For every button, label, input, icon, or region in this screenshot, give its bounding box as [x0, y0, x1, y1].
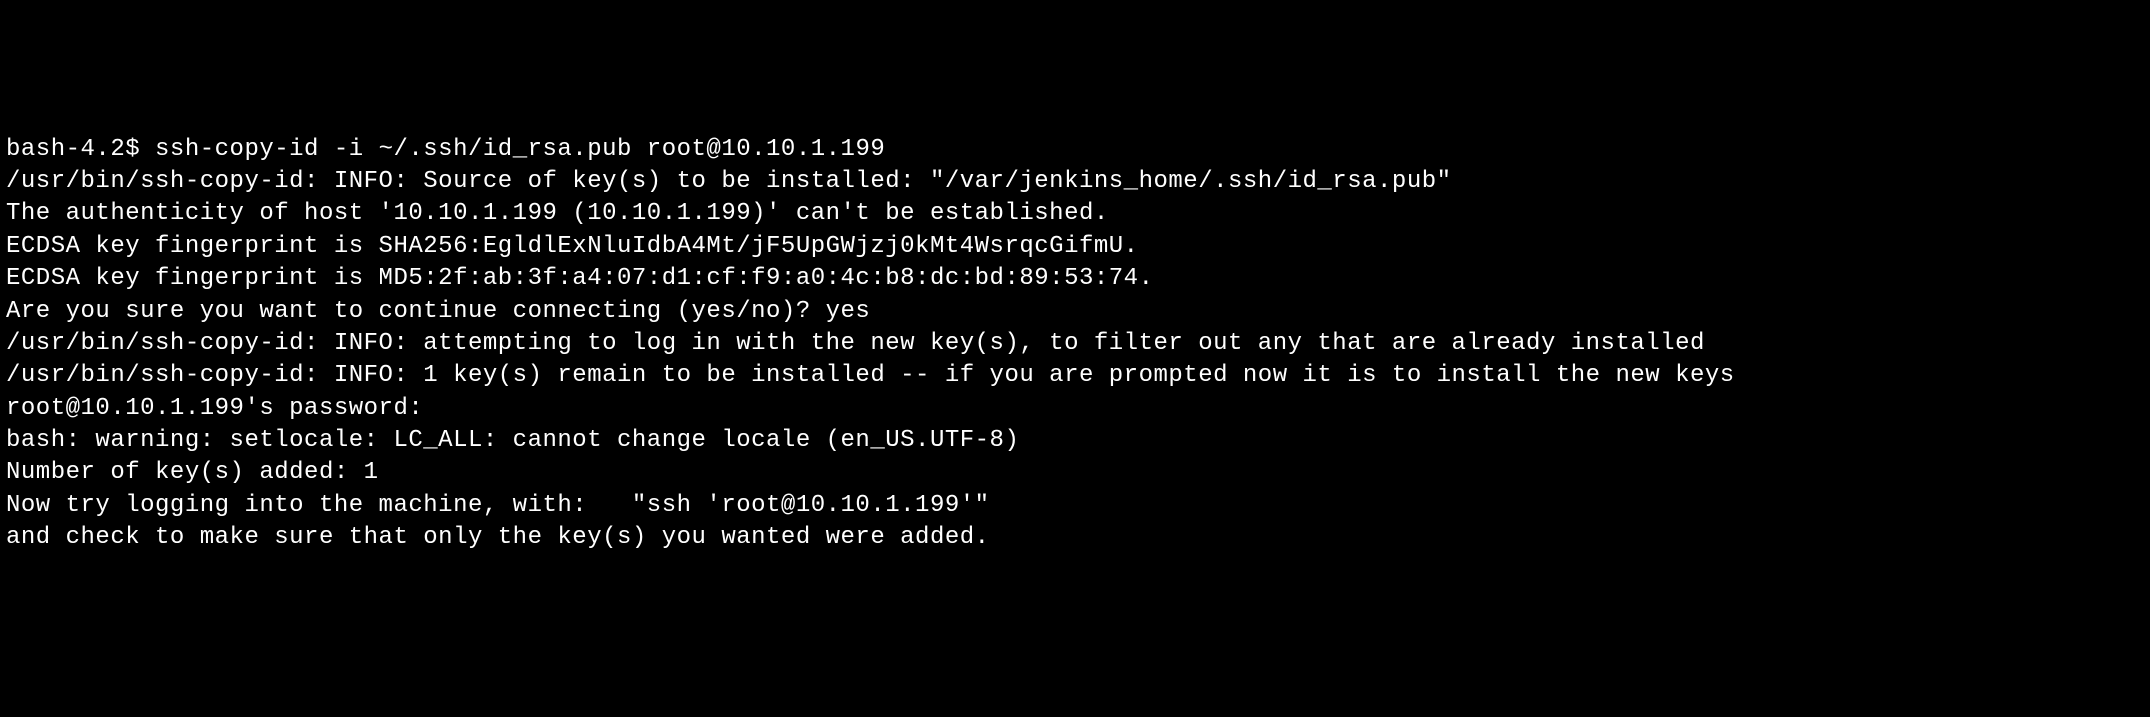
output-line: Are you sure you want to continue connec… — [6, 296, 2144, 328]
output-line: ECDSA key fingerprint is MD5:2f:ab:3f:a4… — [6, 263, 2144, 295]
output-line: root@10.10.1.199's password: — [6, 393, 2144, 425]
shell-prompt: bash-4.2$ — [6, 136, 155, 163]
output-line: Now try logging into the machine, with: … — [6, 490, 2144, 522]
output-line: Number of key(s) added: 1 — [6, 457, 2144, 489]
output-line: ECDSA key fingerprint is SHA256:EgldlExN… — [6, 231, 2144, 263]
output-line: and check to make sure that only the key… — [6, 522, 2144, 554]
command-text: ssh-copy-id -i ~/.ssh/id_rsa.pub root@10… — [155, 136, 885, 163]
output-line: bash: warning: setlocale: LC_ALL: cannot… — [6, 425, 2144, 457]
output-line: /usr/bin/ssh-copy-id: INFO: Source of ke… — [6, 166, 2144, 198]
output-line: /usr/bin/ssh-copy-id: INFO: 1 key(s) rem… — [6, 360, 2144, 392]
output-line: The authenticity of host '10.10.1.199 (1… — [6, 198, 2144, 230]
output-line: /usr/bin/ssh-copy-id: INFO: attempting t… — [6, 328, 2144, 360]
terminal-output[interactable]: bash-4.2$ ssh-copy-id -i ~/.ssh/id_rsa.p… — [6, 134, 2144, 555]
command-line: bash-4.2$ ssh-copy-id -i ~/.ssh/id_rsa.p… — [6, 134, 2144, 166]
